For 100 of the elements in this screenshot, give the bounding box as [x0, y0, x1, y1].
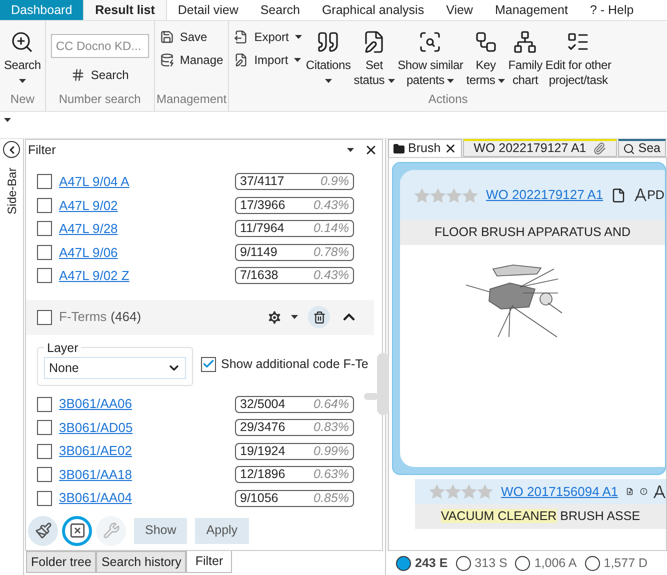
menu-tab[interactable]: Graphical analysis: [310, 0, 436, 20]
ribbon-button[interactable]: Key terms: [465, 26, 506, 90]
checkbox[interactable]: [37, 268, 52, 284]
close-icon[interactable]: [364, 143, 378, 157]
star-icon[interactable]: [446, 188, 462, 202]
menu-tab[interactable]: Search: [249, 0, 311, 20]
caret-icon: [18, 78, 26, 82]
caret-icon: [347, 148, 354, 152]
menu-tab[interactable]: Detail view: [166, 0, 250, 20]
menu-tab[interactable]: Result list: [83, 0, 167, 20]
code-link[interactable]: A47L 9/04 A: [59, 172, 219, 192]
panel-button[interactable]: Apply: [195, 518, 249, 544]
scrollbar-thumb[interactable]: [377, 352, 389, 414]
caret-icon: [324, 78, 332, 82]
checkbox[interactable]: [37, 198, 52, 213]
menu-tab[interactable]: View: [435, 0, 484, 20]
caret-icon: [447, 78, 454, 82]
tool-button[interactable]: [28, 516, 58, 546]
star-icon[interactable]: [462, 188, 478, 202]
code-link[interactable]: 3B061/AD05: [59, 418, 219, 438]
menu-tab[interactable]: Dashboard: [0, 0, 84, 20]
result-title: FLOOR BRUSH APPARATUS AND: [400, 220, 665, 245]
panel-title: Filter: [28, 142, 56, 159]
tool-button[interactable]: [62, 516, 92, 546]
checkbox[interactable]: [37, 420, 52, 435]
code-link[interactable]: A47L 9/28: [59, 219, 219, 238]
pdf-icon[interactable]: [634, 188, 648, 202]
collapse-sidebar-button[interactable]: [3, 141, 20, 158]
checkbox[interactable]: [37, 444, 52, 458]
code-link[interactable]: 3B061/AA04: [59, 488, 219, 508]
star-icon[interactable]: [461, 484, 477, 499]
settings-icon[interactable]: [266, 308, 283, 326]
ribbon-button[interactable]: Citations: [304, 26, 352, 90]
panel-button[interactable]: Show: [134, 518, 188, 544]
document-tab[interactable]: Brush: [388, 139, 462, 157]
ribbon-button[interactable]: Edit for other project/task: [544, 26, 612, 90]
ribbon-button[interactable]: Search: [70, 66, 129, 84]
star-icon[interactable]: [477, 484, 493, 499]
result-card[interactable]: WO 2017156094 A1 VACUUM CLEANER BRUSH ASSE: [415, 475, 666, 549]
close-icon[interactable]: [444, 142, 457, 155]
percent-text: 0.99%: [314, 442, 349, 460]
code-link[interactable]: A47L 9/06: [59, 242, 219, 262]
menu-tab[interactable]: Management: [484, 0, 579, 20]
star-icon[interactable]: [429, 484, 445, 499]
section-count: (464): [110, 308, 142, 326]
document-tab[interactable]: Sea: [618, 139, 666, 157]
caret-icon: [291, 314, 298, 319]
ribbon-button[interactable]: Save: [160, 28, 224, 46]
checkbox[interactable]: [37, 490, 52, 506]
wrench-icon: [102, 522, 120, 540]
star-icon[interactable]: [430, 188, 446, 202]
star-icon[interactable]: [445, 484, 461, 499]
checkbox[interactable]: [37, 467, 52, 482]
count-radio[interactable]: 243 E: [396, 554, 448, 572]
code-link[interactable]: 3B061/AA18: [59, 464, 219, 484]
ribbon-icon: [316, 30, 340, 54]
checkbox[interactable]: [37, 310, 52, 324]
number-search-field[interactable]: CC Docno KD...: [50, 34, 149, 58]
checkbox[interactable]: [37, 396, 52, 412]
caret-icon: [4, 118, 11, 122]
code-link[interactable]: 3B061/AA06: [59, 394, 219, 414]
ribbon-button[interactable]: Show similar patents: [396, 26, 464, 90]
button-label: status: [354, 73, 395, 88]
ribbon-button[interactable]: Manage: [160, 51, 224, 69]
star-icon[interactable]: [414, 188, 430, 202]
percent-text: 0.43%: [314, 196, 349, 214]
checkbox[interactable]: [37, 244, 52, 260]
delete-button[interactable]: [308, 306, 330, 328]
bottom-tab[interactable]: Search history: [96, 550, 186, 573]
pdf-link[interactable]: PD: [634, 186, 664, 204]
checkbox[interactable]: [37, 221, 52, 236]
ribbon-button[interactable]: Import: [234, 51, 302, 69]
document-icon[interactable]: [611, 188, 626, 202]
button-label: patents: [406, 73, 454, 88]
ribbon-icon: [160, 53, 174, 67]
count-radio[interactable]: 1,006 A: [515, 554, 577, 572]
code-link[interactable]: 3B061/AE02: [59, 441, 219, 461]
search-icon: [623, 142, 636, 154]
code-link[interactable]: A47L 9/02 Z: [59, 266, 219, 286]
checkbox[interactable]: [201, 356, 216, 372]
ribbon-button[interactable]: Set status: [352, 26, 396, 90]
section-title: F-Terms: [59, 308, 107, 326]
layer-select[interactable]: None: [44, 357, 186, 380]
document-tab[interactable]: WO 2022179127 A1: [462, 139, 618, 157]
patent-link[interactable]: WO 2022179127 A1: [486, 185, 604, 205]
menu-tab[interactable]: ? - Help: [578, 0, 645, 20]
count-radio[interactable]: 1,577 D: [584, 554, 648, 572]
code-link[interactable]: A47L 9/02: [59, 196, 219, 215]
bottom-tab[interactable]: Folder tree: [26, 550, 96, 573]
group-label: Number search: [58, 91, 142, 108]
bottom-tab[interactable]: Filter: [186, 550, 232, 573]
ribbon-button[interactable]: Export: [234, 28, 302, 46]
result-card[interactable]: WO 2022179127 A1 PD FLOOR BRUSH APPARATUS AND: [392, 162, 666, 475]
count-radio[interactable]: 313 S: [456, 554, 508, 572]
count-text: 17/3966: [240, 196, 286, 214]
pdf-icon[interactable]: [653, 484, 666, 498]
ribbon-button[interactable]: Family chart: [507, 26, 544, 90]
patent-link[interactable]: WO 2017156094 A1: [501, 482, 618, 502]
checkbox[interactable]: [37, 174, 52, 190]
ribbon-button[interactable]: Search: [3, 26, 42, 90]
